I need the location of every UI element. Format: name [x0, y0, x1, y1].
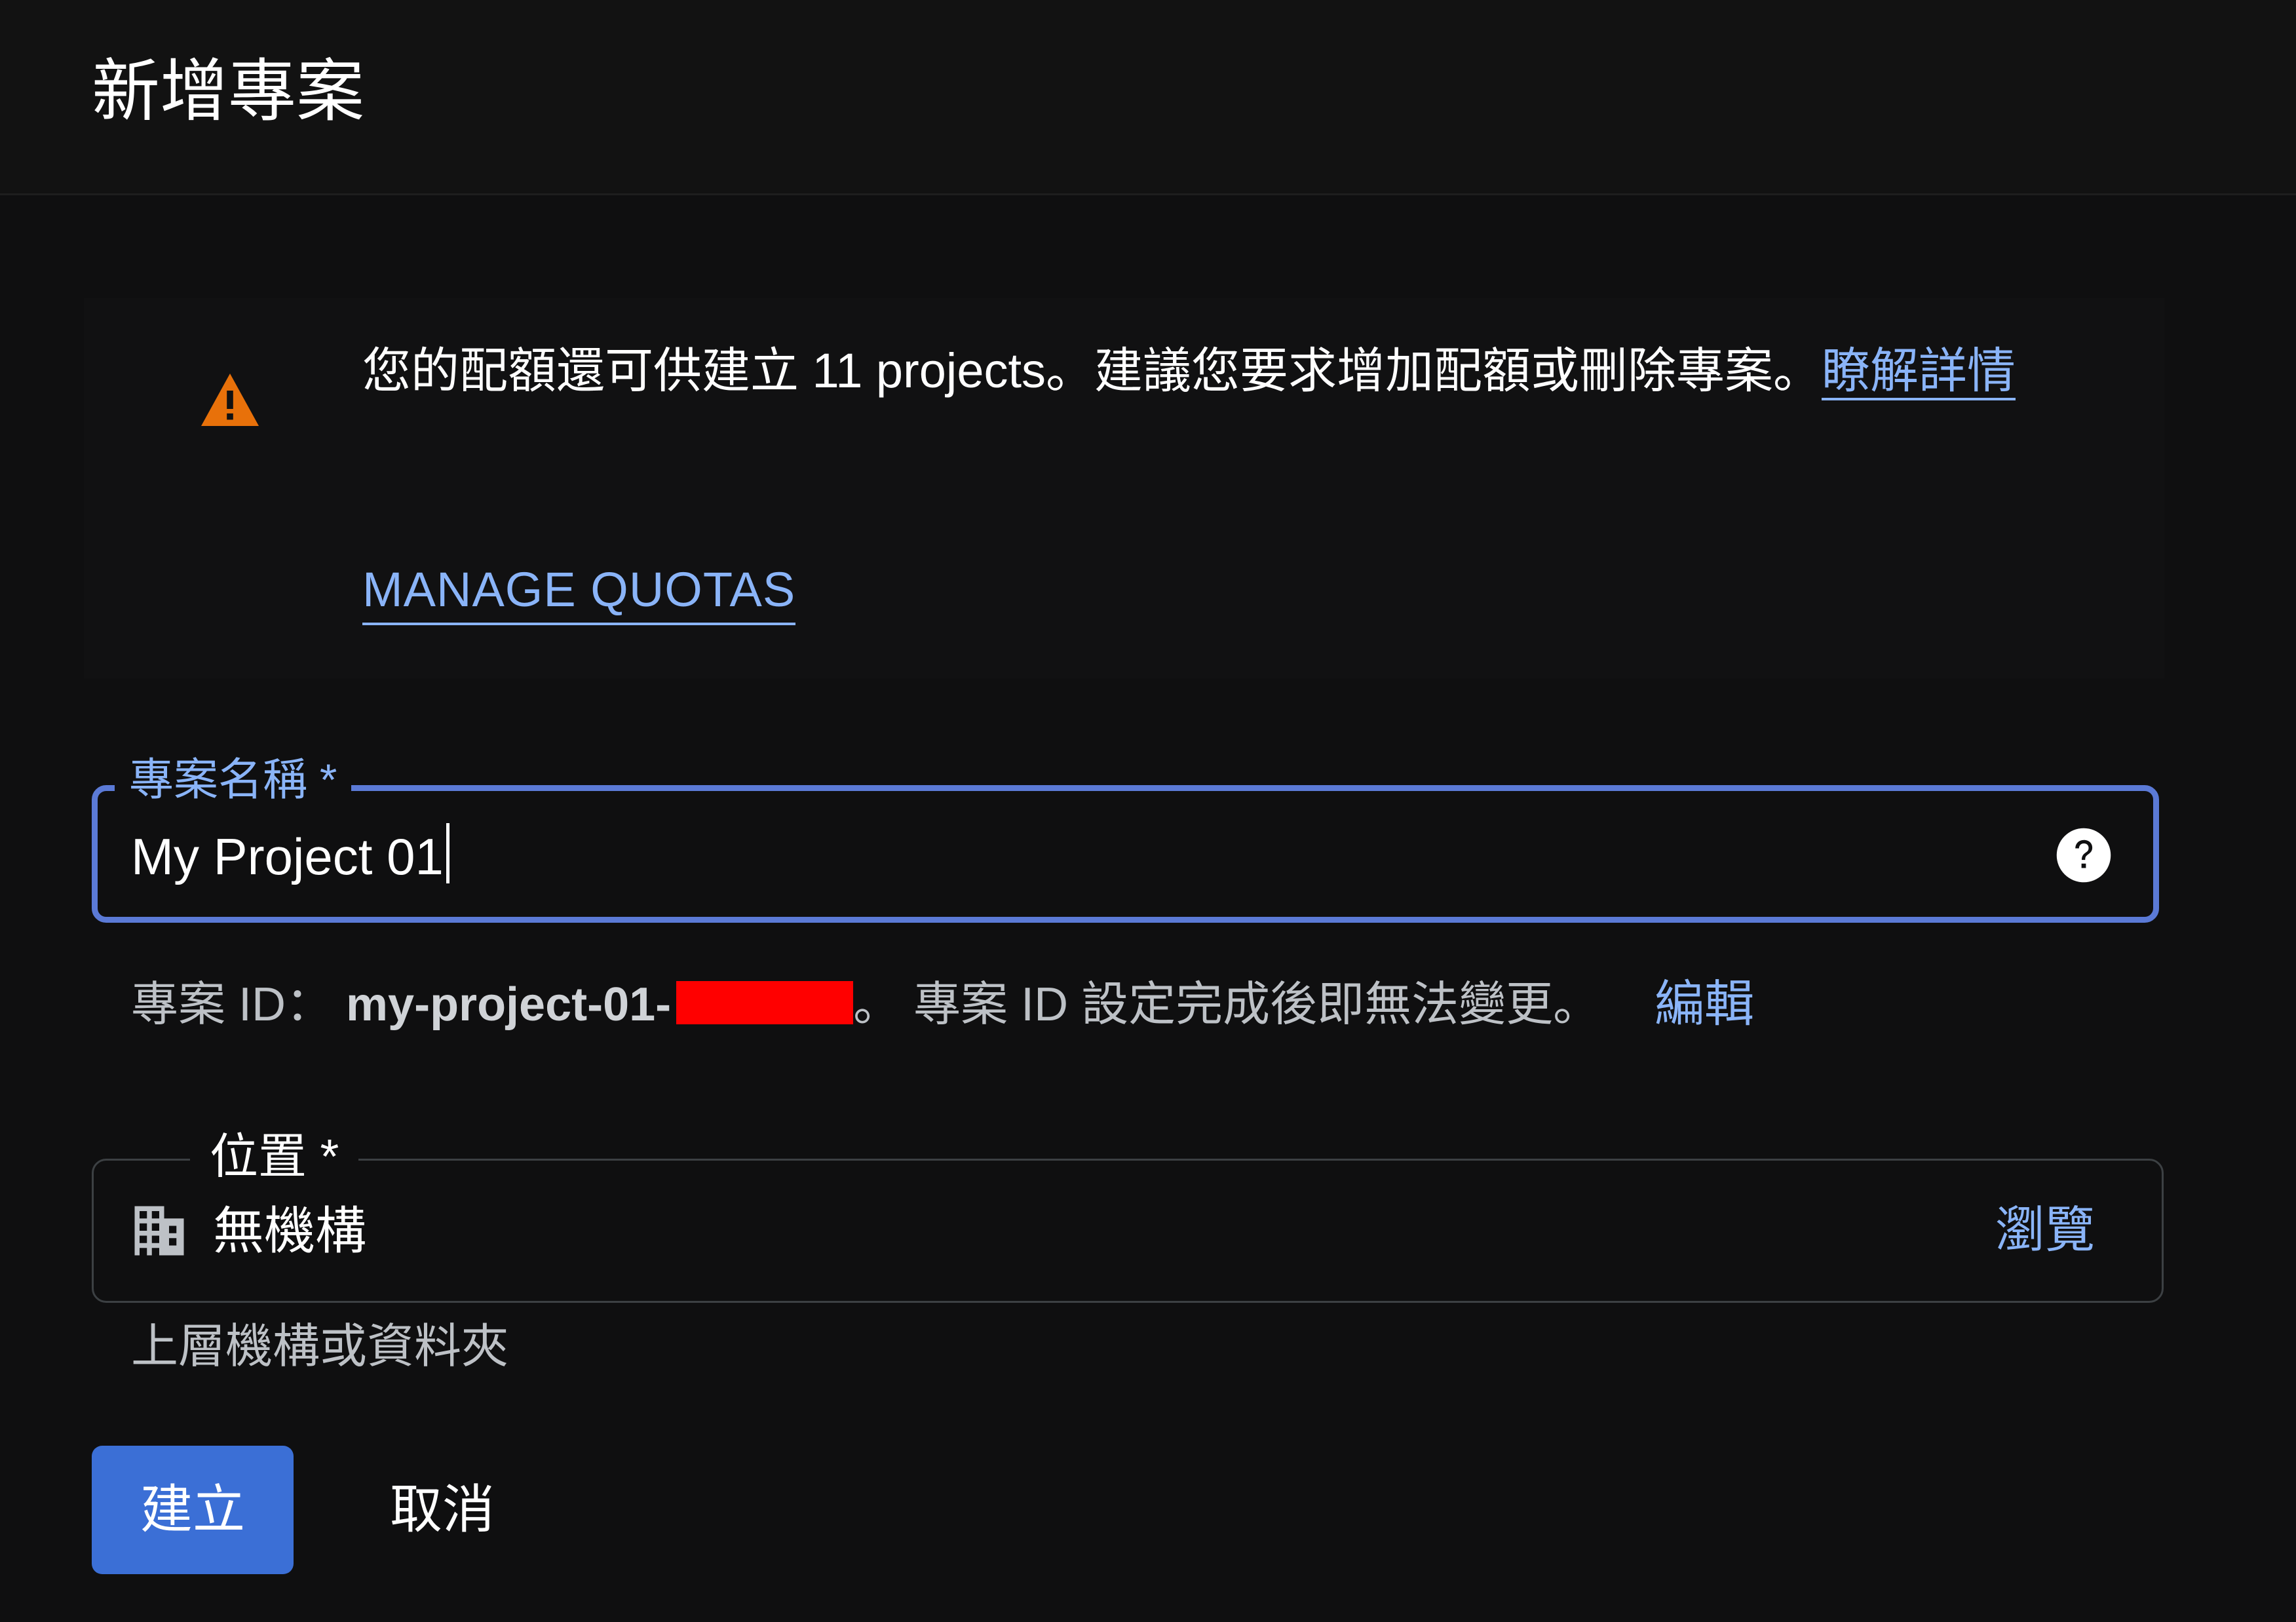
- text-caret: [446, 823, 450, 883]
- location-label: 位置 *: [190, 1121, 359, 1193]
- cancel-button[interactable]: 取消: [341, 1446, 544, 1574]
- create-button[interactable]: 建立: [92, 1446, 294, 1574]
- new-project-page: 新增專案 您的配額還可供建立 11 projects。建議您要求增加配額或刪除專…: [0, 0, 2296, 1622]
- redaction-box: [676, 981, 854, 1024]
- edit-project-id-link[interactable]: 編輯: [1655, 969, 1754, 1041]
- location-field[interactable]: [92, 1159, 2164, 1303]
- quota-warning-banner: 您的配額還可供建立 11 projects。建議您要求增加配額或刪除專案。瞭解詳…: [84, 298, 2164, 678]
- location-helper-text: 上層機構或資料夾: [131, 1321, 509, 1373]
- project-name-label: 專案名稱 *: [115, 747, 352, 813]
- building-icon: [134, 1206, 184, 1256]
- help-circle-icon[interactable]: [2054, 826, 2113, 885]
- project-id-value: my-project-01-: [346, 978, 672, 1031]
- quota-warning-text: 您的配額還可供建立 11 projects。建議您要求增加配額或刪除專案。: [362, 343, 1822, 398]
- project-id-note: 。 專案 ID 設定完成後即無法變更。: [853, 978, 1601, 1031]
- project-name-input[interactable]: My Project 01: [131, 821, 450, 893]
- browse-button[interactable]: 瀏覽: [1995, 1195, 2095, 1267]
- page-header: 新增專案: [0, 0, 2296, 195]
- warning-icon: [201, 374, 259, 426]
- location-value: 無機構: [213, 1202, 367, 1260]
- project-id-line: 專案 ID： my-project-01- 。 專案 ID 設定完成後即無法變更。: [131, 969, 1600, 1041]
- project-id-prefix: 專案 ID：: [131, 978, 334, 1031]
- manage-quotas-button[interactable]: MANAGE QUOTAS: [362, 557, 796, 625]
- learn-more-link[interactable]: 瞭解詳情: [1822, 343, 2016, 400]
- project-name-value: My Project 01: [131, 828, 444, 885]
- quota-warning-message: 您的配額還可供建立 11 projects。建議您要求增加配額或刪除專案。瞭解詳…: [362, 331, 2158, 411]
- page-title: 新增專案: [92, 54, 365, 130]
